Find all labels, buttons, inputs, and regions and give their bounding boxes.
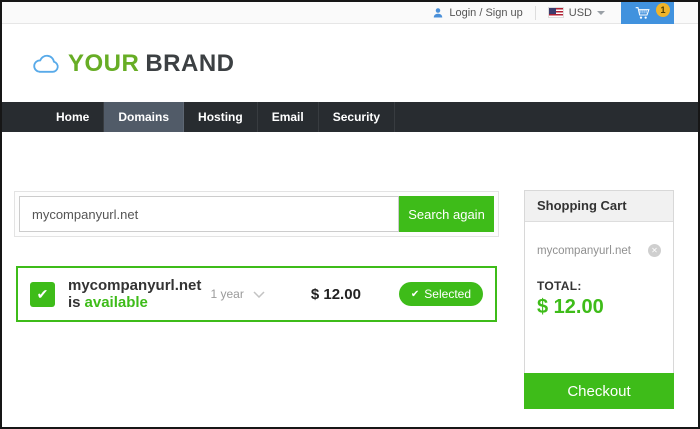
status-prefix: is [68, 294, 81, 311]
domain-search-bar: Search again [14, 191, 499, 237]
shopping-cart-panel: Shopping Cart mycompanyurl.net ✕ TOTAL: … [524, 190, 674, 409]
domain-result-row: ✔ mycompanyurl.net isavailable 1 year $ … [16, 266, 497, 322]
cart-icon [635, 6, 651, 20]
domain-availability: mycompanyurl.net isavailable [68, 277, 211, 311]
login-signup-label: Login / Sign up [449, 7, 522, 19]
topbar-divider [535, 6, 536, 20]
currency-label: USD [569, 7, 592, 19]
brand-logo: YOURBRAND [68, 50, 235, 78]
us-flag-icon [548, 7, 564, 18]
logo-word-brand: BRAND [145, 50, 234, 77]
selected-button[interactable]: ✔ Selected [399, 282, 483, 306]
cart-total-label: TOTAL: [537, 279, 661, 293]
top-bar: Login / Sign up USD 1 [2, 2, 698, 24]
result-domain-status: isavailable [68, 294, 211, 311]
cart-total-value: $ 12.00 [537, 296, 661, 319]
chevron-down-icon [597, 11, 605, 15]
login-signup-link[interactable]: Login / Sign up [432, 7, 522, 19]
result-domain-name: mycompanyurl.net [68, 277, 211, 294]
logo-word-your: YOUR [68, 50, 139, 77]
page: Login / Sign up USD 1 YOURBRAND [0, 0, 700, 429]
cart-item-name: mycompanyurl.net [537, 245, 631, 257]
search-input[interactable] [19, 196, 399, 232]
search-again-button[interactable]: Search again [399, 196, 494, 232]
checkmark-icon: ✔ [411, 289, 419, 300]
nav-item-domains[interactable]: Domains [104, 102, 184, 132]
nav-item-home[interactable]: Home [42, 102, 104, 132]
term-dropdown[interactable]: 1 year [211, 287, 265, 301]
checkout-button[interactable]: Checkout [524, 373, 674, 409]
nav-item-security[interactable]: Security [319, 102, 395, 132]
remove-item-icon[interactable]: ✕ [648, 244, 661, 257]
status-word: available [85, 294, 148, 311]
selected-label: Selected [424, 287, 471, 301]
chevron-down-icon [253, 291, 265, 298]
cart-count-badge: 1 [656, 3, 670, 17]
main-nav: Home Domains Hosting Email Security [2, 102, 698, 132]
header: YOURBRAND [2, 25, 698, 102]
term-label: 1 year [211, 287, 244, 301]
cloud-icon [32, 54, 60, 74]
cart-button[interactable]: 1 [621, 2, 674, 24]
nav-item-hosting[interactable]: Hosting [184, 102, 258, 132]
domain-checkbox[interactable]: ✔ [30, 282, 55, 307]
currency-selector[interactable]: USD [548, 7, 605, 19]
cart-item-row: mycompanyurl.net ✕ [537, 244, 661, 257]
cart-title: Shopping Cart [525, 191, 673, 222]
domain-price: $ 12.00 [311, 286, 361, 303]
checkmark-icon: ✔ [37, 286, 49, 303]
nav-item-email[interactable]: Email [258, 102, 319, 132]
user-icon [432, 7, 444, 19]
